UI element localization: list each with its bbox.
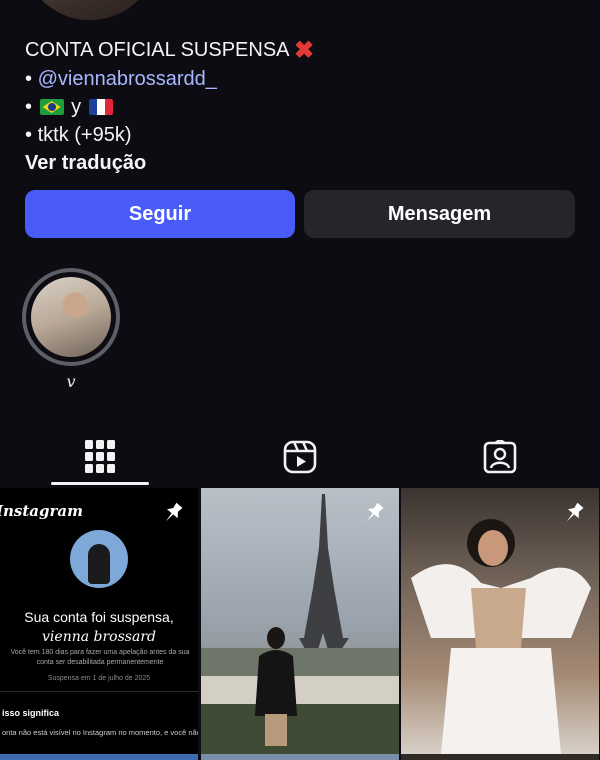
post-tile-6[interactable] <box>401 754 599 760</box>
suspended-account-avatar <box>70 530 128 588</box>
profile-photo <box>33 0 147 20</box>
handle-link[interactable]: @viennabrossardd_ <box>38 68 217 90</box>
person-figure <box>255 627 297 746</box>
profile-bio: CONTA OFICIAL SUSPENSA ✖ • @viennabrossa… <box>25 36 314 177</box>
post-tile-1[interactable]: Instagram Sua conta foi suspensa, vienna… <box>0 488 198 754</box>
instagram-wordmark: Instagram <box>0 502 83 520</box>
tagged-person-icon <box>483 440 517 474</box>
story-highlight[interactable] <box>22 268 120 366</box>
reels-icon <box>283 440 317 474</box>
post-tile-3[interactable] <box>401 488 599 754</box>
message-button[interactable]: Mensagem <box>304 190 575 238</box>
highlight-label: v <box>66 372 76 391</box>
reels-tab[interactable] <box>200 428 400 486</box>
brazil-flag-icon <box>39 99 64 115</box>
divider <box>0 691 198 692</box>
bio-line-1: CONTA OFICIAL SUSPENSA ✖ <box>25 37 315 64</box>
profile-avatar[interactable] <box>22 0 158 20</box>
suspension-body: Você tem 180 dias para fazer uma apelaçã… <box>10 649 190 666</box>
bio-line-4: • tktk (+95k) <box>25 124 132 146</box>
person-photo <box>411 519 591 754</box>
profile-tabs <box>0 428 600 486</box>
suspension-date: Suspensa em 1 de julho de 2025 <box>47 675 151 682</box>
pin-icon <box>366 502 384 522</box>
suspension-heading: isso significa <box>2 708 60 718</box>
highlight-cover <box>31 277 111 357</box>
france-flag-icon <box>88 99 113 115</box>
posts-grid-tab[interactable] <box>0 428 200 486</box>
follow-button[interactable]: Seguir <box>25 190 295 238</box>
post-tile-5[interactable] <box>201 754 399 760</box>
cross-mark-icon: ✖ <box>293 37 315 64</box>
bio-line-3: • y <box>25 93 314 121</box>
bio-line-2: • @viennabrossardd_ <box>25 68 217 90</box>
post-tile-4[interactable] <box>0 754 198 760</box>
pin-icon <box>566 502 584 522</box>
suspension-text: onta não está visível no Instagram no mo… <box>2 728 198 737</box>
post-tile-2[interactable] <box>201 488 399 754</box>
see-translation-link[interactable]: Ver tradução <box>25 149 314 177</box>
grid-icon <box>85 440 115 473</box>
suspension-title: Sua conta foi suspensa, vienna brossard <box>24 609 174 645</box>
active-tab-indicator <box>51 482 149 485</box>
pin-icon <box>165 502 183 522</box>
tagged-tab[interactable] <box>400 428 600 486</box>
